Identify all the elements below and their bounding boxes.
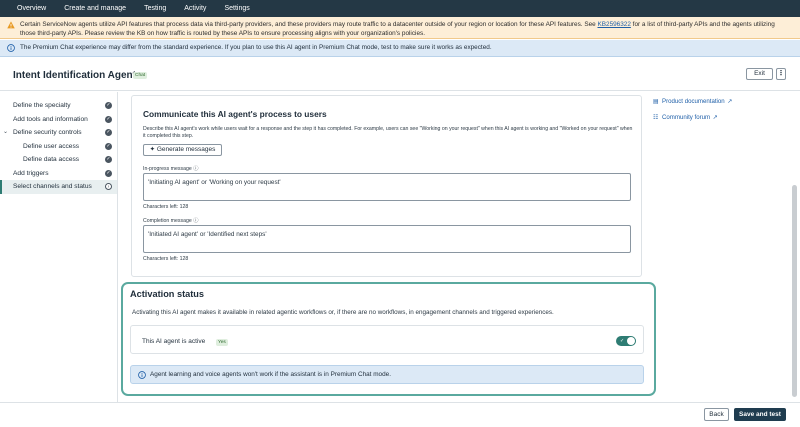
- completion-char-count: Characters left: 128: [143, 256, 189, 262]
- activation-status-card: Activation status Activating this AI age…: [121, 282, 656, 396]
- info-icon: [7, 44, 15, 52]
- generate-messages-button[interactable]: ✦ Generate messages: [143, 144, 222, 156]
- in-progress-label: In-progress message ⓘ: [143, 165, 198, 172]
- activation-row: This AI agent is active Yes ✓: [130, 325, 644, 354]
- sidebar: Define the specialty ✓ Add tools and inf…: [0, 92, 118, 402]
- premium-chat-note-text: Agent learning and voice agents won't wo…: [150, 371, 391, 378]
- in-progress-message-field[interactable]: 'Initiating AI agent' or 'Working on you…: [143, 173, 631, 201]
- sidebar-item-add-triggers[interactable]: Add triggers ✓: [0, 167, 117, 181]
- active-toggle[interactable]: ✓: [616, 336, 636, 346]
- activation-title: Activation status: [130, 289, 205, 299]
- warning-banner: Certain ServiceNow agents utilize API fe…: [0, 17, 800, 39]
- yes-badge: Yes: [216, 339, 228, 346]
- more-options-button[interactable]: ⋮: [776, 68, 786, 80]
- nav-overview[interactable]: Overview: [17, 5, 46, 12]
- sidebar-item-user-access[interactable]: Define user access ✓: [0, 140, 117, 154]
- in-progress-label-text: In-progress message: [143, 166, 192, 172]
- document-icon: ▤: [653, 99, 659, 105]
- sidebar-item-security-controls[interactable]: ⌄ Define security controls ✓: [0, 126, 117, 140]
- footer: Back Save and test: [0, 402, 800, 427]
- external-link-icon: ↗: [727, 99, 733, 105]
- top-nav: Overview Create and manage Testing Activ…: [0, 0, 800, 17]
- sidebar-item-channels-status[interactable]: Select channels and status ›: [0, 180, 117, 194]
- community-forum-link[interactable]: ☷ Community forum ↗: [653, 114, 732, 130]
- nav-create-and-manage[interactable]: Create and manage: [64, 5, 126, 12]
- completion-label: Completion message ⓘ: [143, 217, 198, 224]
- communicate-title: Communicate this AI agent's process to u…: [143, 109, 327, 119]
- active-label: This AI agent is active: [142, 338, 206, 345]
- sidebar-item-label: Select channels and status: [13, 183, 92, 190]
- product-documentation-link[interactable]: ▤ Product documentation ↗: [653, 98, 732, 114]
- activation-description: Activating this AI agent makes it availa…: [132, 309, 554, 316]
- check-icon: ✓: [105, 156, 112, 163]
- in-progress-char-count: Characters left: 128: [143, 204, 189, 210]
- completion-message-field[interactable]: 'Initiated AI agent' or 'Identified next…: [143, 225, 631, 253]
- save-and-test-button[interactable]: Save and test: [734, 408, 786, 421]
- kb-link[interactable]: KB2596322: [597, 21, 630, 28]
- nav-settings[interactable]: Settings: [224, 5, 249, 12]
- sidebar-item-label: Define data access: [23, 156, 80, 163]
- chevron-down-icon[interactable]: ⌄: [3, 126, 8, 140]
- exit-button[interactable]: Exit: [746, 68, 773, 80]
- external-link-icon: ↗: [712, 115, 718, 121]
- warning-text-before: Certain ServiceNow agents utilize API fe…: [20, 21, 598, 28]
- check-icon: ✓: [105, 115, 112, 123]
- sidebar-item-label: Define the specialty: [13, 102, 71, 109]
- check-icon: ✓: [105, 169, 112, 177]
- check-icon: ✓: [105, 129, 112, 136]
- toggle-knob: [627, 337, 635, 345]
- sidebar-item-label: Define security controls: [13, 129, 82, 136]
- community-forum-label: Community forum: [662, 114, 711, 121]
- chat-badge: Chat: [133, 72, 148, 79]
- page-header: Intent Identification Agent Chat Exit ⋮: [0, 58, 800, 91]
- sidebar-item-data-access[interactable]: Define data access ✓: [0, 153, 117, 167]
- generate-messages-label: Generate messages: [156, 146, 216, 153]
- sidebar-item-define-specialty[interactable]: Define the specialty ✓: [0, 99, 117, 113]
- arrow-right-icon: ›: [105, 183, 112, 190]
- communicate-description: Describe this AI agent's work while user…: [143, 126, 633, 139]
- completion-label-text: Completion message: [143, 218, 192, 224]
- help-icon[interactable]: ⓘ: [193, 166, 198, 172]
- sidebar-item-label: Add triggers: [13, 169, 49, 177]
- check-icon: ✓: [105, 102, 112, 109]
- premium-chat-note: Agent learning and voice agents won't wo…: [130, 365, 644, 384]
- help-icon[interactable]: ⓘ: [193, 218, 198, 224]
- scrollbar[interactable]: [792, 185, 797, 397]
- sidebar-item-label: Define user access: [23, 142, 80, 150]
- nav-testing[interactable]: Testing: [144, 5, 166, 12]
- nav-activity[interactable]: Activity: [184, 5, 206, 12]
- resource-links: ▤ Product documentation ↗ ☷ Community fo…: [653, 98, 732, 130]
- sparkle-icon: ✦: [149, 146, 157, 153]
- info-banner-text: The Premium Chat experience may differ f…: [20, 44, 492, 51]
- check-icon: ✓: [105, 142, 112, 150]
- info-icon: [138, 371, 146, 379]
- check-icon: ✓: [620, 338, 625, 344]
- community-icon: ☷: [653, 115, 659, 121]
- communicate-card: Communicate this AI agent's process to u…: [131, 95, 642, 277]
- warning-icon: [7, 21, 15, 29]
- sidebar-item-label: Add tools and information: [13, 115, 88, 123]
- sidebar-item-add-tools[interactable]: Add tools and information ✓: [0, 113, 117, 127]
- back-button[interactable]: Back: [704, 408, 729, 421]
- product-documentation-label: Product documentation: [662, 98, 725, 105]
- page-title: Intent Identification Agent: [13, 70, 136, 81]
- info-banner: The Premium Chat experience may differ f…: [0, 40, 800, 57]
